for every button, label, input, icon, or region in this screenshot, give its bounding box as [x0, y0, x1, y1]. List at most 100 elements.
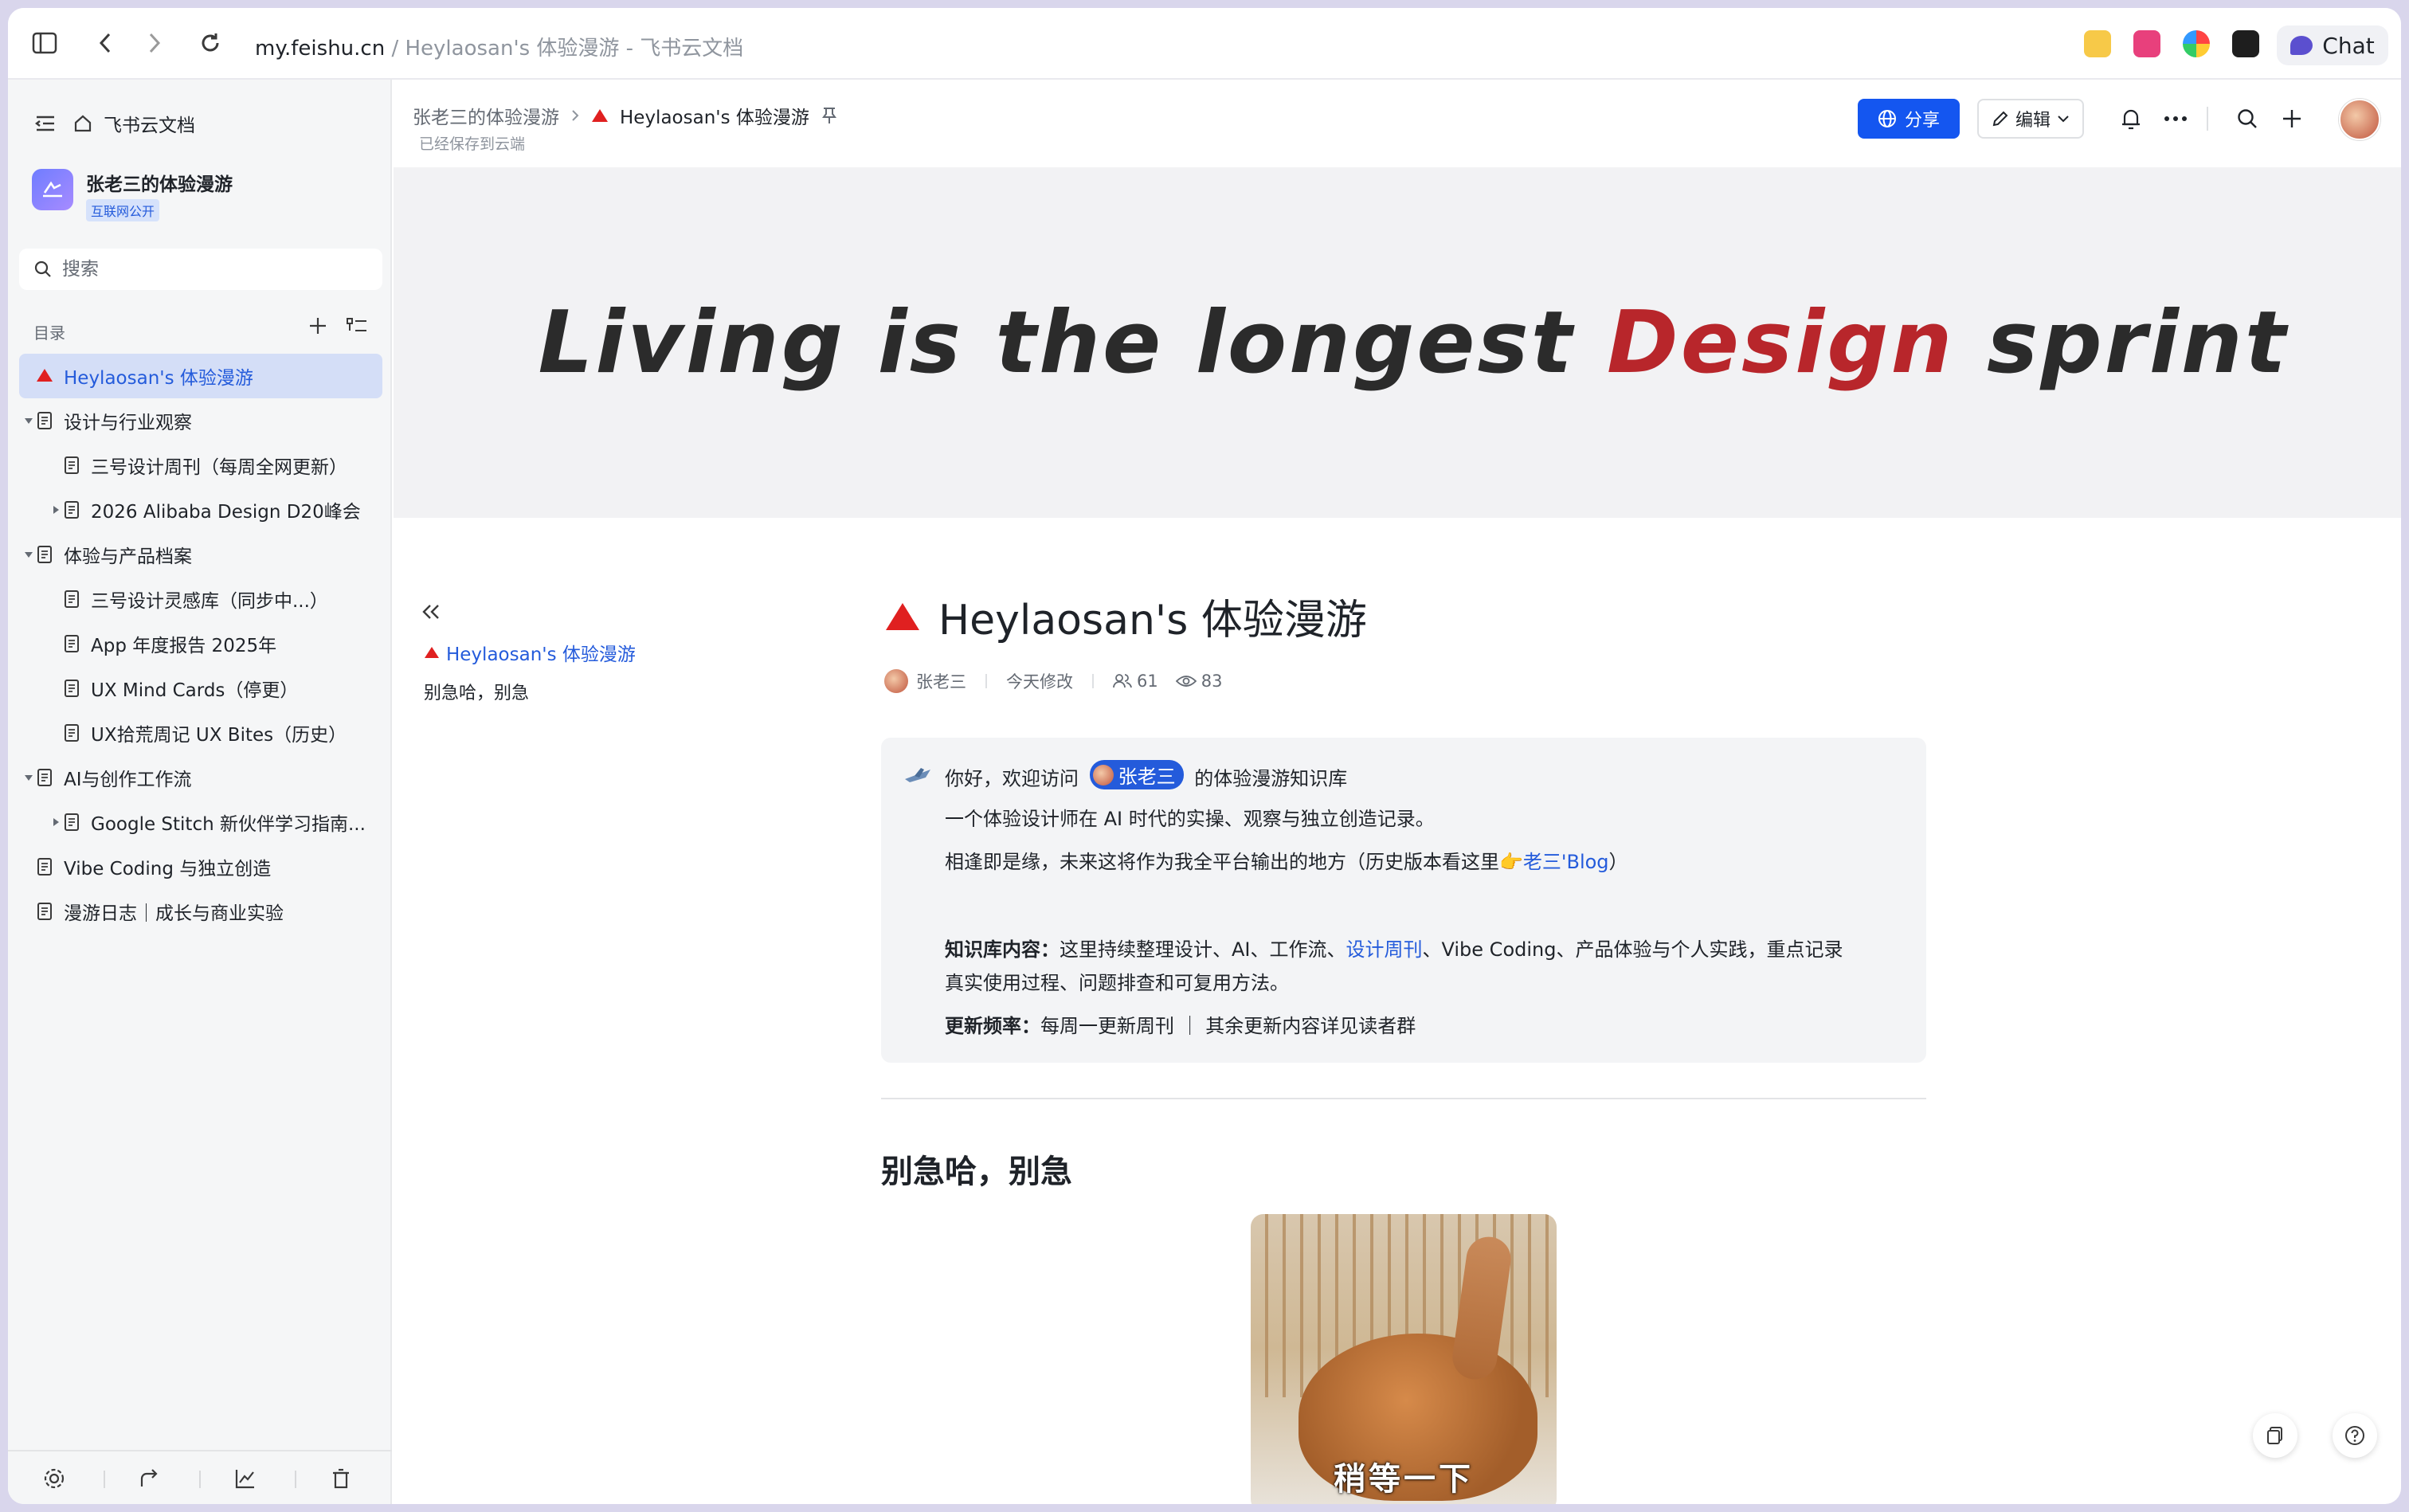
caret-right-icon[interactable]: [48, 814, 64, 830]
share-button[interactable]: 分享: [1858, 99, 1960, 139]
sidebar-tree-item[interactable]: 设计与行业观察: [19, 398, 382, 443]
document-icon: [35, 411, 54, 430]
user-avatar[interactable]: [2339, 99, 2380, 140]
extension-color-icon[interactable]: [2183, 30, 2210, 57]
blog-link[interactable]: 老三'Blog: [1523, 851, 1609, 873]
extension-figma-icon[interactable]: [2232, 30, 2259, 57]
edit-label: 编辑: [2015, 111, 2051, 131]
breadcrumb-current[interactable]: Heylaosan's 体验漫游: [620, 102, 809, 129]
caret-down-icon[interactable]: [21, 413, 37, 429]
callout-line-3: 相逢即是缘，未来这将作为我全平台输出的地方（历史版本看这里👉老三'Blog）: [945, 846, 1628, 874]
home-link[interactable]: 飞书云文档: [73, 110, 195, 137]
sidebar-tree-item-label: Google Stitch 新伙伴学习指南...: [91, 814, 366, 835]
edit-mode-dropdown[interactable]: 编辑: [1977, 99, 2084, 139]
collaborators-icon: [1113, 674, 1132, 688]
sidebar-tree-item[interactable]: 漫游日志｜成长与商业实验: [19, 889, 382, 934]
mention-avatar: [1092, 764, 1114, 785]
sidebar-tree-item[interactable]: 2026 Alibaba Design D20峰会: [19, 488, 382, 532]
breadcrumb-parent[interactable]: 张老三的体验漫游: [413, 102, 559, 129]
red-triangle-icon: [35, 366, 54, 386]
plus-icon[interactable]: [2278, 105, 2305, 132]
extension-cat-icon[interactable]: [2084, 30, 2111, 57]
sidebar-tree-item[interactable]: 三号设计灵感库（同步中...）: [19, 577, 382, 621]
search-doc-icon[interactable]: [2234, 105, 2261, 132]
address-bar[interactable]: my.feishu.cn / Heylaosan's 体验漫游 - 飞书云文档: [255, 32, 743, 61]
sidebar-tree-item[interactable]: Heylaosan's 体验漫游: [19, 354, 382, 398]
forward-icon[interactable]: [139, 27, 170, 59]
content-text-post: 、Vibe Coding、产品体验与个人实践，重点记录: [1422, 938, 1843, 961]
callout-line-1: 你好，欢迎访问 张老三 的体验漫游知识库: [945, 760, 1347, 791]
doc-tree: Heylaosan's 体验漫游 设计与行业观察 三号设计周刊（每周全网更新） 202…: [19, 354, 382, 934]
views-count: 83: [1201, 672, 1223, 691]
breadcrumb: 张老三的体验漫游 Heylaosan's 体验漫游: [413, 102, 838, 129]
caret-down-icon[interactable]: [21, 546, 37, 562]
space-logo-icon[interactable]: [32, 169, 73, 210]
help-icon[interactable]: [2333, 1413, 2377, 1458]
space-title[interactable]: 张老三的体验漫游: [86, 169, 233, 196]
outline-item-heading[interactable]: 别急哈，别急: [424, 679, 529, 704]
content-label: 知识库内容：: [945, 938, 1060, 961]
cat-image[interactable]: 稍等一下: [1251, 1214, 1557, 1504]
sidebar-tree-item[interactable]: 三号设计周刊（每周全网更新）: [19, 443, 382, 488]
cover-text-highlight: Design: [1607, 292, 1955, 393]
page-title-text: Heylaosan's 体验漫游: [938, 597, 1367, 644]
save-status: 已经保存到云端: [419, 135, 526, 153]
add-page-icon[interactable]: [307, 315, 328, 336]
sidebar-tree-item[interactable]: Google Stitch 新伙伴学习指南...: [19, 800, 382, 844]
outline-item-title[interactable]: Heylaosan's 体验漫游: [424, 639, 636, 666]
chat-label: Chat: [2322, 32, 2375, 59]
back-icon[interactable]: [89, 27, 121, 59]
frequency-text: 每周一更新周刊 ｜ 其余更新内容详见读者群: [1040, 1015, 1416, 1037]
bell-icon[interactable]: [2117, 105, 2145, 132]
sidebar-tree-item[interactable]: Vibe Coding 与独立创造: [19, 844, 382, 889]
collapse-sidebar-icon[interactable]: [35, 114, 56, 133]
share-out-icon[interactable]: [139, 1467, 161, 1490]
more-icon[interactable]: [2162, 105, 2189, 132]
collaborators-count: 61: [1137, 672, 1158, 691]
sidebar-tree-item[interactable]: 体验与产品档案: [19, 532, 382, 577]
author-name[interactable]: 张老三: [916, 669, 966, 693]
home-label: 飞书云文档: [104, 116, 195, 136]
callout-frequency-line: 更新频率：每周一更新周刊 ｜ 其余更新内容详见读者群: [945, 1010, 1416, 1038]
tree-settings-icon[interactable]: [346, 315, 368, 336]
cover-text: Living is the longest Design sprint: [539, 293, 2289, 393]
reload-icon[interactable]: [194, 27, 226, 59]
author-avatar[interactable]: [884, 669, 908, 693]
chat-bubble-icon: [2290, 36, 2313, 55]
red-triangle-icon: [425, 647, 439, 658]
extension-translate-icon[interactable]: [2133, 30, 2160, 57]
trash-icon[interactable]: [330, 1467, 352, 1490]
sidebar-toggle-icon[interactable]: [29, 27, 61, 59]
document-icon: [62, 500, 81, 519]
document-icon: [35, 768, 54, 787]
weekly-link[interactable]: 设计周刊: [1346, 938, 1423, 961]
settings-icon[interactable]: [43, 1467, 65, 1490]
caret-down-icon[interactable]: [21, 770, 37, 785]
mention-name: 张老三: [1118, 766, 1176, 788]
collapse-outline-icon[interactable]: [419, 602, 441, 625]
search-box[interactable]: [19, 249, 382, 290]
caret-right-icon[interactable]: [48, 502, 64, 518]
search-input[interactable]: [62, 259, 365, 280]
sidebar-tree-item[interactable]: UX Mind Cards（停更）: [19, 666, 382, 711]
callout-content-line-2: 真实使用过程、问题排查和可复用方法。: [945, 972, 1289, 994]
chat-button[interactable]: Chat: [2277, 25, 2388, 65]
url-page-title: Heylaosan's 体验漫游 - 飞书云文档: [405, 37, 744, 61]
mention-chip[interactable]: 张老三: [1089, 760, 1184, 789]
sidebar-tree-item-label: 漫游日志｜成长与商业实验: [64, 903, 284, 924]
analytics-icon[interactable]: [234, 1467, 257, 1490]
sidebar-tree-item[interactable]: UX拾荒周记 UX Bites（历史）: [19, 711, 382, 755]
share-label: 分享: [1904, 111, 1940, 131]
document-icon: [62, 813, 81, 832]
callout-line-3-suffix: ）: [1608, 851, 1628, 873]
search-icon: [34, 260, 51, 277]
pin-icon[interactable]: [821, 106, 838, 125]
callout-line-3-text: 相逢即是缘，未来这将作为我全平台输出的地方（历史版本看这里👉: [945, 851, 1523, 873]
page-title: Heylaosan's 体验漫游: [884, 586, 1367, 646]
sidebar-tree-item[interactable]: AI与创作工作流: [19, 755, 382, 800]
cover-text-before: Living is the longest: [538, 292, 1608, 393]
callout-greeting: 你好，欢迎访问: [945, 767, 1079, 790]
copy-link-icon[interactable]: [2253, 1413, 2297, 1458]
section-heading: 别急哈，别急: [881, 1154, 1072, 1190]
sidebar-tree-item[interactable]: App 年度报告 2025年: [19, 621, 382, 666]
